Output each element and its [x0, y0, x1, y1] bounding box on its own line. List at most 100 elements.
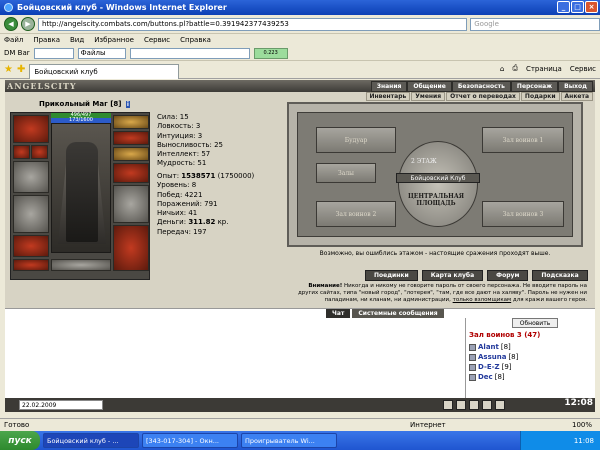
ie-icon — [4, 3, 13, 12]
club-map-button[interactable]: Карта клуба — [421, 270, 484, 281]
window-controls: _ □ × — [557, 1, 598, 13]
nav-character[interactable]: Персонаж — [510, 81, 559, 92]
nav-communication[interactable]: Общение — [407, 81, 452, 92]
player-name[interactable]: Assuna — [478, 352, 506, 362]
nav-security[interactable]: Безопасность — [451, 81, 511, 92]
zoom-level[interactable]: 100% — [572, 421, 592, 429]
room-title: Зал воинов 3 (47) — [469, 331, 541, 339]
player-name[interactable]: Dec — [478, 372, 493, 382]
chat-tabs: Чат Системные сообщения — [326, 309, 444, 318]
dm-field[interactable] — [33, 47, 74, 59]
map-caption: Возможно, вы ошиблись этажом - настоящие… — [319, 250, 551, 257]
spell-slots[interactable] — [51, 259, 111, 271]
tray-clock: 11:08 — [573, 436, 594, 445]
list-item[interactable]: D-E-Z [9] — [469, 362, 518, 372]
info-icon[interactable]: i — [125, 101, 130, 108]
stat-exp-value: 1538571 — [181, 172, 216, 180]
print-icon[interactable]: ⎙ — [512, 64, 518, 73]
subnav-skills[interactable]: Умения — [411, 92, 446, 101]
room-boudoir[interactable]: Будуар — [316, 127, 396, 153]
chat-tool-icons — [443, 400, 505, 410]
tab-system-messages[interactable]: Системные сообщения — [352, 309, 444, 318]
status-text: Готово — [4, 421, 30, 429]
game-logo: ANGELSCITY — [7, 81, 77, 91]
stat-losses: Поражений: 791 — [157, 199, 218, 208]
room-warriors-2[interactable]: Зал воинов 2 — [316, 201, 396, 227]
tools-menu[interactable]: Сервис — [570, 65, 596, 73]
refresh-button[interactable]: Обновить — [512, 318, 558, 328]
amulet-slot[interactable] — [31, 145, 48, 159]
start-button[interactable]: пуск — [0, 431, 40, 450]
tab-fightclub[interactable]: Бойцовский клуб — [29, 63, 180, 79]
dm-search-field[interactable] — [129, 47, 250, 59]
home-icon[interactable]: ⌂ — [500, 65, 504, 73]
task-icq[interactable]: [343-017-304] - Окн... — [142, 433, 238, 448]
tab-chat[interactable]: Чат — [326, 309, 351, 318]
menu-help[interactable]: Справка — [180, 36, 211, 44]
subnav-gifts[interactable]: Подарки — [520, 92, 560, 101]
chat-area: Чат Системные сообщения Обновить Зал вои… — [5, 308, 595, 398]
room-warriors-1[interactable]: Зал воинов 1 — [482, 127, 564, 153]
earring-slot[interactable] — [13, 145, 30, 159]
shield-slot[interactable] — [113, 185, 149, 223]
sword-slot[interactable] — [13, 195, 49, 233]
menu-tools[interactable]: Сервис — [144, 36, 170, 44]
maximize-button[interactable]: □ — [571, 1, 584, 13]
duels-button[interactable]: Поединки — [365, 270, 418, 281]
stat-wins: Побед: 4221 — [157, 190, 203, 199]
nav-knowledge[interactable]: Знания — [370, 81, 408, 92]
character-name-text: Прикольный Маг — [39, 100, 108, 108]
nav-exit[interactable]: Выход — [558, 81, 593, 92]
gloves-slot[interactable] — [113, 131, 149, 145]
page-menu[interactable]: Страница — [526, 65, 562, 73]
address-input[interactable]: http://angelscity.combats.com/buttons.pl… — [37, 17, 468, 31]
room-halls[interactable]: Залы — [316, 163, 376, 183]
task-media-player[interactable]: Проигрыватель Wi... — [241, 433, 337, 448]
menu-favorites[interactable]: Избранное — [94, 36, 134, 44]
subnav-profile[interactable]: Анкета — [560, 92, 593, 101]
filter-icon[interactable] — [456, 400, 466, 410]
bracers-slot[interactable] — [113, 147, 149, 161]
menu-view[interactable]: Вид — [70, 36, 84, 44]
forum-button[interactable]: Форум — [487, 270, 529, 281]
player-name[interactable]: D-E-Z — [478, 362, 500, 372]
fight-club-button[interactable]: Бойцовский Клуб — [396, 173, 480, 183]
leggings-slot[interactable] — [113, 225, 149, 271]
stat-money-label: Деньги: — [157, 218, 187, 227]
central-square[interactable] — [398, 141, 478, 227]
menu-bar: Файл Правка Вид Избранное Сервис Справка — [0, 34, 600, 46]
back-button[interactable]: ◀ — [4, 17, 18, 31]
settings-icon[interactable] — [482, 400, 492, 410]
player-name[interactable]: Alant — [478, 342, 499, 352]
belt-slot[interactable] — [13, 259, 49, 271]
subnav-transfers[interactable]: Отчет о переводах — [446, 92, 520, 101]
stat-intuition: Интуиция: 3 — [157, 131, 203, 140]
menu-edit[interactable]: Правка — [33, 36, 60, 44]
boots-top-slot[interactable] — [113, 163, 149, 183]
clear-icon[interactable] — [469, 400, 479, 410]
favorites-star-icon[interactable]: ★ — [4, 64, 13, 75]
minimize-button[interactable]: _ — [557, 1, 570, 13]
ring-slots[interactable] — [113, 115, 149, 129]
search-input[interactable]: Google — [470, 17, 600, 31]
hint-button[interactable]: Подсказка — [532, 270, 588, 281]
game-bottom-bar: 22.02.2009 12:08 — [5, 398, 595, 412]
chat-input[interactable]: 22.02.2009 — [19, 400, 103, 410]
menu-file[interactable]: Файл — [4, 36, 23, 44]
smile-icon[interactable] — [443, 400, 453, 410]
forward-button[interactable]: ▶ — [20, 17, 35, 31]
task-fightclub[interactable]: Бойцовский клуб - ... — [43, 433, 139, 448]
files-dropdown[interactable]: Файлы — [77, 47, 126, 59]
list-item[interactable]: Dec [8] — [469, 372, 518, 382]
list-item[interactable]: Alant [8] — [469, 342, 518, 352]
floor-label: 2 ЭТАЖ — [411, 158, 437, 165]
add-favorite-icon[interactable]: ✚ — [17, 64, 25, 75]
armor-slot[interactable] — [13, 235, 49, 257]
send-icon[interactable] — [495, 400, 505, 410]
subnav-inventory[interactable]: Инвентарь — [365, 92, 411, 101]
helmet-slot[interactable] — [13, 115, 49, 143]
room-warriors-3[interactable]: Зал воинов 3 — [482, 201, 564, 227]
close-button[interactable]: × — [585, 1, 598, 13]
list-item[interactable]: Assuna [8] — [469, 352, 518, 362]
weapon-slot[interactable] — [13, 161, 49, 193]
